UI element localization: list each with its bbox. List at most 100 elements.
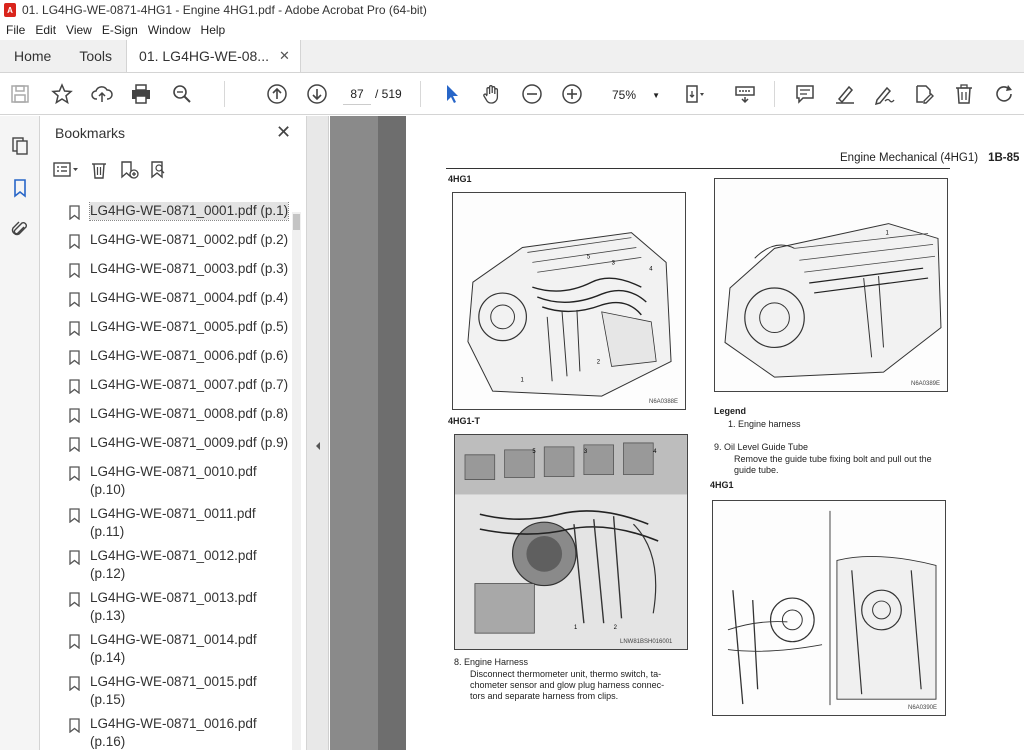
figure-engine-4hg1-right: 1 [714,178,948,392]
step-9-title: 9. Oil Level Guide Tube [714,442,809,452]
bookmark-icon [69,292,80,307]
save-icon[interactable] [8,82,32,106]
zoom-select[interactable]: 75% ▼ [598,85,664,105]
zoom-search-icon[interactable] [170,82,194,106]
legend-item: 1. Engine harness [728,419,801,429]
menu-view[interactable]: View [61,23,97,37]
bookmark-icon [69,234,80,249]
acrobat-icon: A [4,3,16,17]
tab-home[interactable]: Home [0,40,65,72]
menu-bar: File Edit View E-Sign Window Help [0,20,1024,40]
menu-help[interactable]: Help [196,23,231,37]
bookmark-item[interactable]: LG4HG-WE-0871_0005.pdf (p.5) [41,318,291,347]
label-4hg1-bottom: 4HG1 [710,480,734,490]
step-9-line-1: Remove the guide tube fixing bolt and pu… [734,454,932,464]
pdf-page: Engine Mechanical (4HG1) 1B-85 4HG1 534 1… [406,116,1024,750]
attachment-icon[interactable] [8,218,32,242]
toolbar-separator [420,81,421,107]
bookmark-icon [69,718,80,733]
close-panel-icon[interactable]: ✕ [276,122,291,143]
highlight-pen-icon[interactable] [833,82,857,106]
bookmarks-panel: Bookmarks ✕ LG4HG-WE-0871_0001.pdf (p.1)… [41,116,307,750]
bookmark-item[interactable]: LG4HG-WE-0871_0001.pdf (p.1) [41,202,291,231]
sign-pen-icon[interactable] [872,82,896,106]
bookmark-panel-icon[interactable] [8,176,32,200]
prev-page-icon[interactable] [265,82,289,106]
bookmark-item[interactable]: LG4HG-WE-0871_0015.pdf (p.15) [41,673,291,715]
zoom-value: 75% [612,88,637,102]
figure-engine-4hg1t: 534 12 [454,434,688,650]
comment-icon[interactable] [793,82,817,106]
toolbar-separator [774,81,775,107]
print-icon[interactable] [129,82,153,106]
keyboard-icon[interactable] [733,82,757,106]
copy-pages-icon[interactable] [8,134,32,158]
page-number-input[interactable]: 87 [343,83,371,105]
bookmark-item[interactable]: LG4HG-WE-0871_0002.pdf (p.2) [41,231,291,260]
figure-engine-4hg1-left: 534 12 [452,192,686,410]
delete-icon[interactable] [952,82,976,106]
header-rule [446,168,950,169]
figure-code-4: N6A0390E [908,705,938,711]
scrollbar-thumb[interactable] [293,214,300,230]
step-8-line-3: tors and separate harness from clips. [470,691,619,701]
zoom-in-icon[interactable] [560,82,584,106]
zoom-out-icon[interactable] [520,82,544,106]
menu-edit[interactable]: Edit [30,23,61,37]
bookmark-icon [69,550,80,565]
page-fit-icon[interactable] [682,82,706,106]
menu-file[interactable]: File [0,23,30,37]
bookmark-item[interactable]: LG4HG-WE-0871_0016.pdf (p.16) [41,715,291,750]
tab-close-icon[interactable]: ✕ [279,48,290,64]
bookmark-scrollbar[interactable] [292,212,301,750]
bookmark-item[interactable]: LG4HG-WE-0871_0003.pdf (p.3) [41,260,291,289]
bookmark-item[interactable]: LG4HG-WE-0871_0011.pdf (p.11) [41,505,291,547]
bookmark-item[interactable]: LG4HG-WE-0871_0012.pdf (p.12) [41,547,291,589]
toolbar: 87 / 519 75% ▼ [0,73,1024,115]
bookmark-icon [69,205,80,220]
options-menu-icon[interactable] [53,160,79,185]
bookmark-item[interactable]: LG4HG-WE-0871_0014.pdf (p.14) [41,631,291,673]
window-title: 01. LG4HG-WE-0871-4HG1 - Engine 4HG1.pdf… [22,3,427,17]
tab-document[interactable]: 01. LG4HG-WE-08... ✕ [126,40,301,72]
bookmark-icon [69,350,80,365]
hand-tool-icon[interactable] [480,82,504,106]
step-8-line-1: Disconnect thermometer unit, thermo swit… [470,669,662,679]
select-cursor-icon[interactable] [440,82,464,106]
panel-splitter[interactable] [307,116,329,750]
bookmark-icon [69,263,80,278]
page-total: / 519 [375,87,402,101]
step-8-line-2: chometer sensor and glow plug harness co… [470,680,665,690]
star-icon[interactable] [50,82,74,106]
tab-document-label: 01. LG4HG-WE-08... [139,48,269,64]
bookmark-item[interactable]: LG4HG-WE-0871_0006.pdf (p.6) [41,347,291,376]
cloud-upload-icon[interactable] [90,82,114,106]
previous-page-edge [330,116,378,750]
menu-window[interactable]: Window [143,23,196,37]
next-page-icon[interactable] [305,82,329,106]
bookmark-icon [69,676,80,691]
figure-code-1: N6A0388E [649,399,679,405]
menu-esign[interactable]: E-Sign [97,23,143,37]
bookmark-item[interactable]: LG4HG-WE-0871_0004.pdf (p.4) [41,289,291,318]
bookmark-item[interactable]: LG4HG-WE-0871_0008.pdf (p.8) [41,405,291,434]
collapse-arrow-icon[interactable] [316,442,320,450]
rotate-icon[interactable] [992,82,1016,106]
bookmark-item[interactable]: LG4HG-WE-0871_0013.pdf (p.13) [41,589,291,631]
svg-text:2: 2 [597,359,600,365]
tab-tools[interactable]: Tools [65,40,126,72]
edit-document-icon[interactable] [912,82,936,106]
bookmark-item[interactable]: LG4HG-WE-0871_0007.pdf (p.7) [41,376,291,405]
bookmark-icon [69,592,80,607]
chevron-down-icon: ▼ [652,90,660,100]
bookmarks-title: Bookmarks [55,125,126,141]
bookmark-icon [69,466,80,481]
bookmark-item[interactable]: LG4HG-WE-0871_0010.pdf (p.10) [41,463,291,505]
page-number-label: 1B-85 [988,152,1020,164]
document-view[interactable]: Engine Mechanical (4HG1) 1B-85 4HG1 534 1… [330,116,1024,750]
legend-title: Legend [714,406,747,416]
new-bookmark-icon[interactable] [119,160,139,185]
delete-bookmark-icon[interactable] [89,160,109,185]
bookmark-item[interactable]: LG4HG-WE-0871_0009.pdf (p.9) [41,434,291,463]
find-bookmark-icon[interactable] [149,160,169,185]
